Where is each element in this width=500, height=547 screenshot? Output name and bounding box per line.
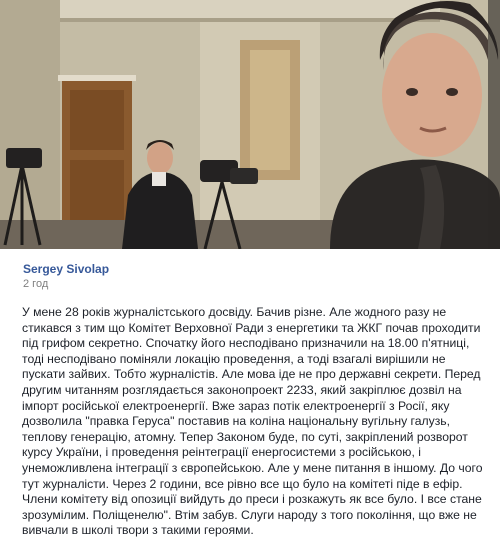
post-timestamp[interactable]: 2 год bbox=[23, 278, 48, 290]
post-photo[interactable] bbox=[0, 0, 500, 249]
press-corridor-image bbox=[0, 0, 500, 249]
post-text: У мене 28 років журналістського досвіду.… bbox=[22, 305, 484, 539]
post-author[interactable]: Sergey Sivolap bbox=[23, 262, 109, 276]
post-content: Sergey Sivolap 2 год У мене 28 років жур… bbox=[0, 249, 500, 547]
post-body: У мене 28 років журналістського досвіду.… bbox=[22, 305, 483, 538]
